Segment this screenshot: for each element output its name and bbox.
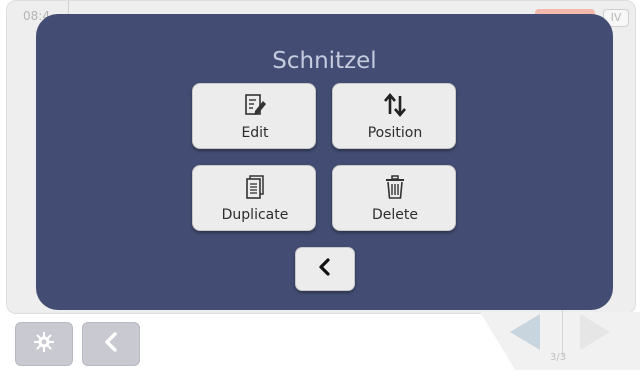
position-label: Position bbox=[367, 125, 423, 141]
edit-label: Edit bbox=[241, 125, 269, 141]
chevron-left-icon bbox=[315, 257, 335, 281]
edit-button[interactable]: Edit bbox=[192, 83, 316, 149]
dialog-title: Schnitzel bbox=[272, 48, 377, 74]
back-button[interactable] bbox=[82, 322, 140, 366]
dialog-back-button[interactable] bbox=[295, 247, 355, 291]
duplicate-icon bbox=[193, 174, 317, 200]
chevron-left-icon bbox=[101, 331, 121, 357]
settings-button[interactable] bbox=[15, 322, 73, 366]
edit-icon bbox=[193, 92, 317, 118]
triangle-left-icon[interactable] bbox=[510, 314, 540, 350]
pager-divider bbox=[562, 310, 563, 356]
gear-icon bbox=[33, 331, 55, 357]
duplicate-label: Duplicate bbox=[221, 207, 289, 223]
position-button[interactable]: Position bbox=[332, 83, 456, 149]
page-indicator: 3/3 bbox=[550, 352, 567, 363]
position-arrows-icon bbox=[333, 92, 457, 118]
trash-icon bbox=[333, 174, 457, 200]
screen: 08:4 IV 3/3 Schnitzel Edit Position Dupl… bbox=[0, 0, 640, 376]
triangle-right-icon[interactable] bbox=[580, 314, 610, 350]
delete-label: Delete bbox=[372, 207, 418, 223]
duplicate-button[interactable]: Duplicate bbox=[192, 165, 316, 231]
pager: 3/3 bbox=[480, 300, 640, 370]
options-dialog: Schnitzel Edit Position Duplicate Delete bbox=[36, 14, 613, 310]
delete-button[interactable]: Delete bbox=[332, 165, 456, 231]
